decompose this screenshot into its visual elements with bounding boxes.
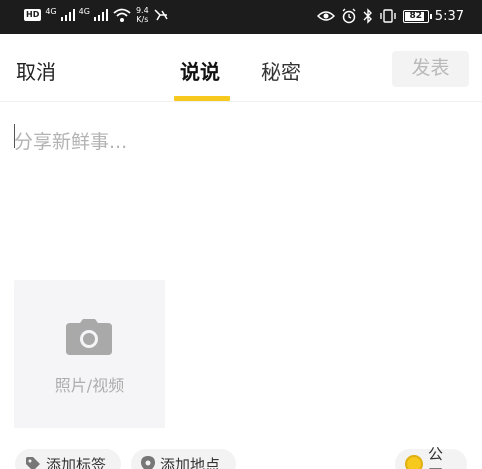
speed-unit: K/s: [136, 15, 149, 24]
camera-icon: [66, 319, 112, 355]
add-location-label: 添加地点: [160, 455, 221, 469]
composer-header: 取消 说说 秘密 发表: [0, 34, 482, 102]
speed-value: 9.4: [135, 6, 149, 15]
bluetooth-icon: [363, 8, 372, 24]
alarm-icon: [342, 8, 356, 24]
text-cursor: [14, 124, 15, 148]
tag-icon: [26, 457, 40, 469]
add-tag-label: 添加标签: [46, 455, 107, 469]
notification-icon: [154, 9, 168, 21]
add-tag-button[interactable]: 添加标签: [15, 449, 121, 469]
network-type-2: 4G: [78, 7, 90, 16]
network-speed: 9.4 K/s: [136, 6, 149, 24]
add-media-button[interactable]: 照片/视频: [14, 280, 165, 428]
cancel-button[interactable]: 取消: [16, 56, 56, 85]
public-globe-icon: [405, 455, 423, 469]
battery-level: 82: [409, 10, 423, 21]
publish-button[interactable]: 发表: [392, 51, 469, 87]
location-pin-icon: [141, 455, 155, 469]
network-type-1: 4G: [45, 7, 57, 16]
wifi-icon: [113, 8, 131, 22]
eye-icon: [316, 11, 335, 21]
add-location-button[interactable]: 添加地点: [131, 449, 236, 469]
status-left: HD 4G 4G 9.4 K/s: [24, 6, 169, 24]
media-label: 照片/视频: [54, 376, 125, 395]
signal-icon-2: [93, 9, 108, 21]
visibility-label: 公开: [428, 445, 444, 469]
visibility-button[interactable]: 公开: [395, 445, 467, 469]
hd-badge: HD: [24, 9, 42, 21]
post-text-input[interactable]: [14, 122, 468, 162]
status-right: 82 5:37: [316, 8, 464, 24]
active-tab-indicator: [174, 96, 230, 101]
status-bar: HD 4G 4G 9.4 K/s 82 5:37: [0, 0, 482, 34]
clock: 5:37: [434, 8, 464, 24]
tab-shuoshuo[interactable]: 说说: [180, 56, 220, 85]
vibrate-icon: [380, 9, 396, 23]
tab-secret[interactable]: 秘密: [261, 56, 301, 85]
signal-icon: [60, 9, 75, 21]
battery-icon: 82: [402, 9, 432, 23]
